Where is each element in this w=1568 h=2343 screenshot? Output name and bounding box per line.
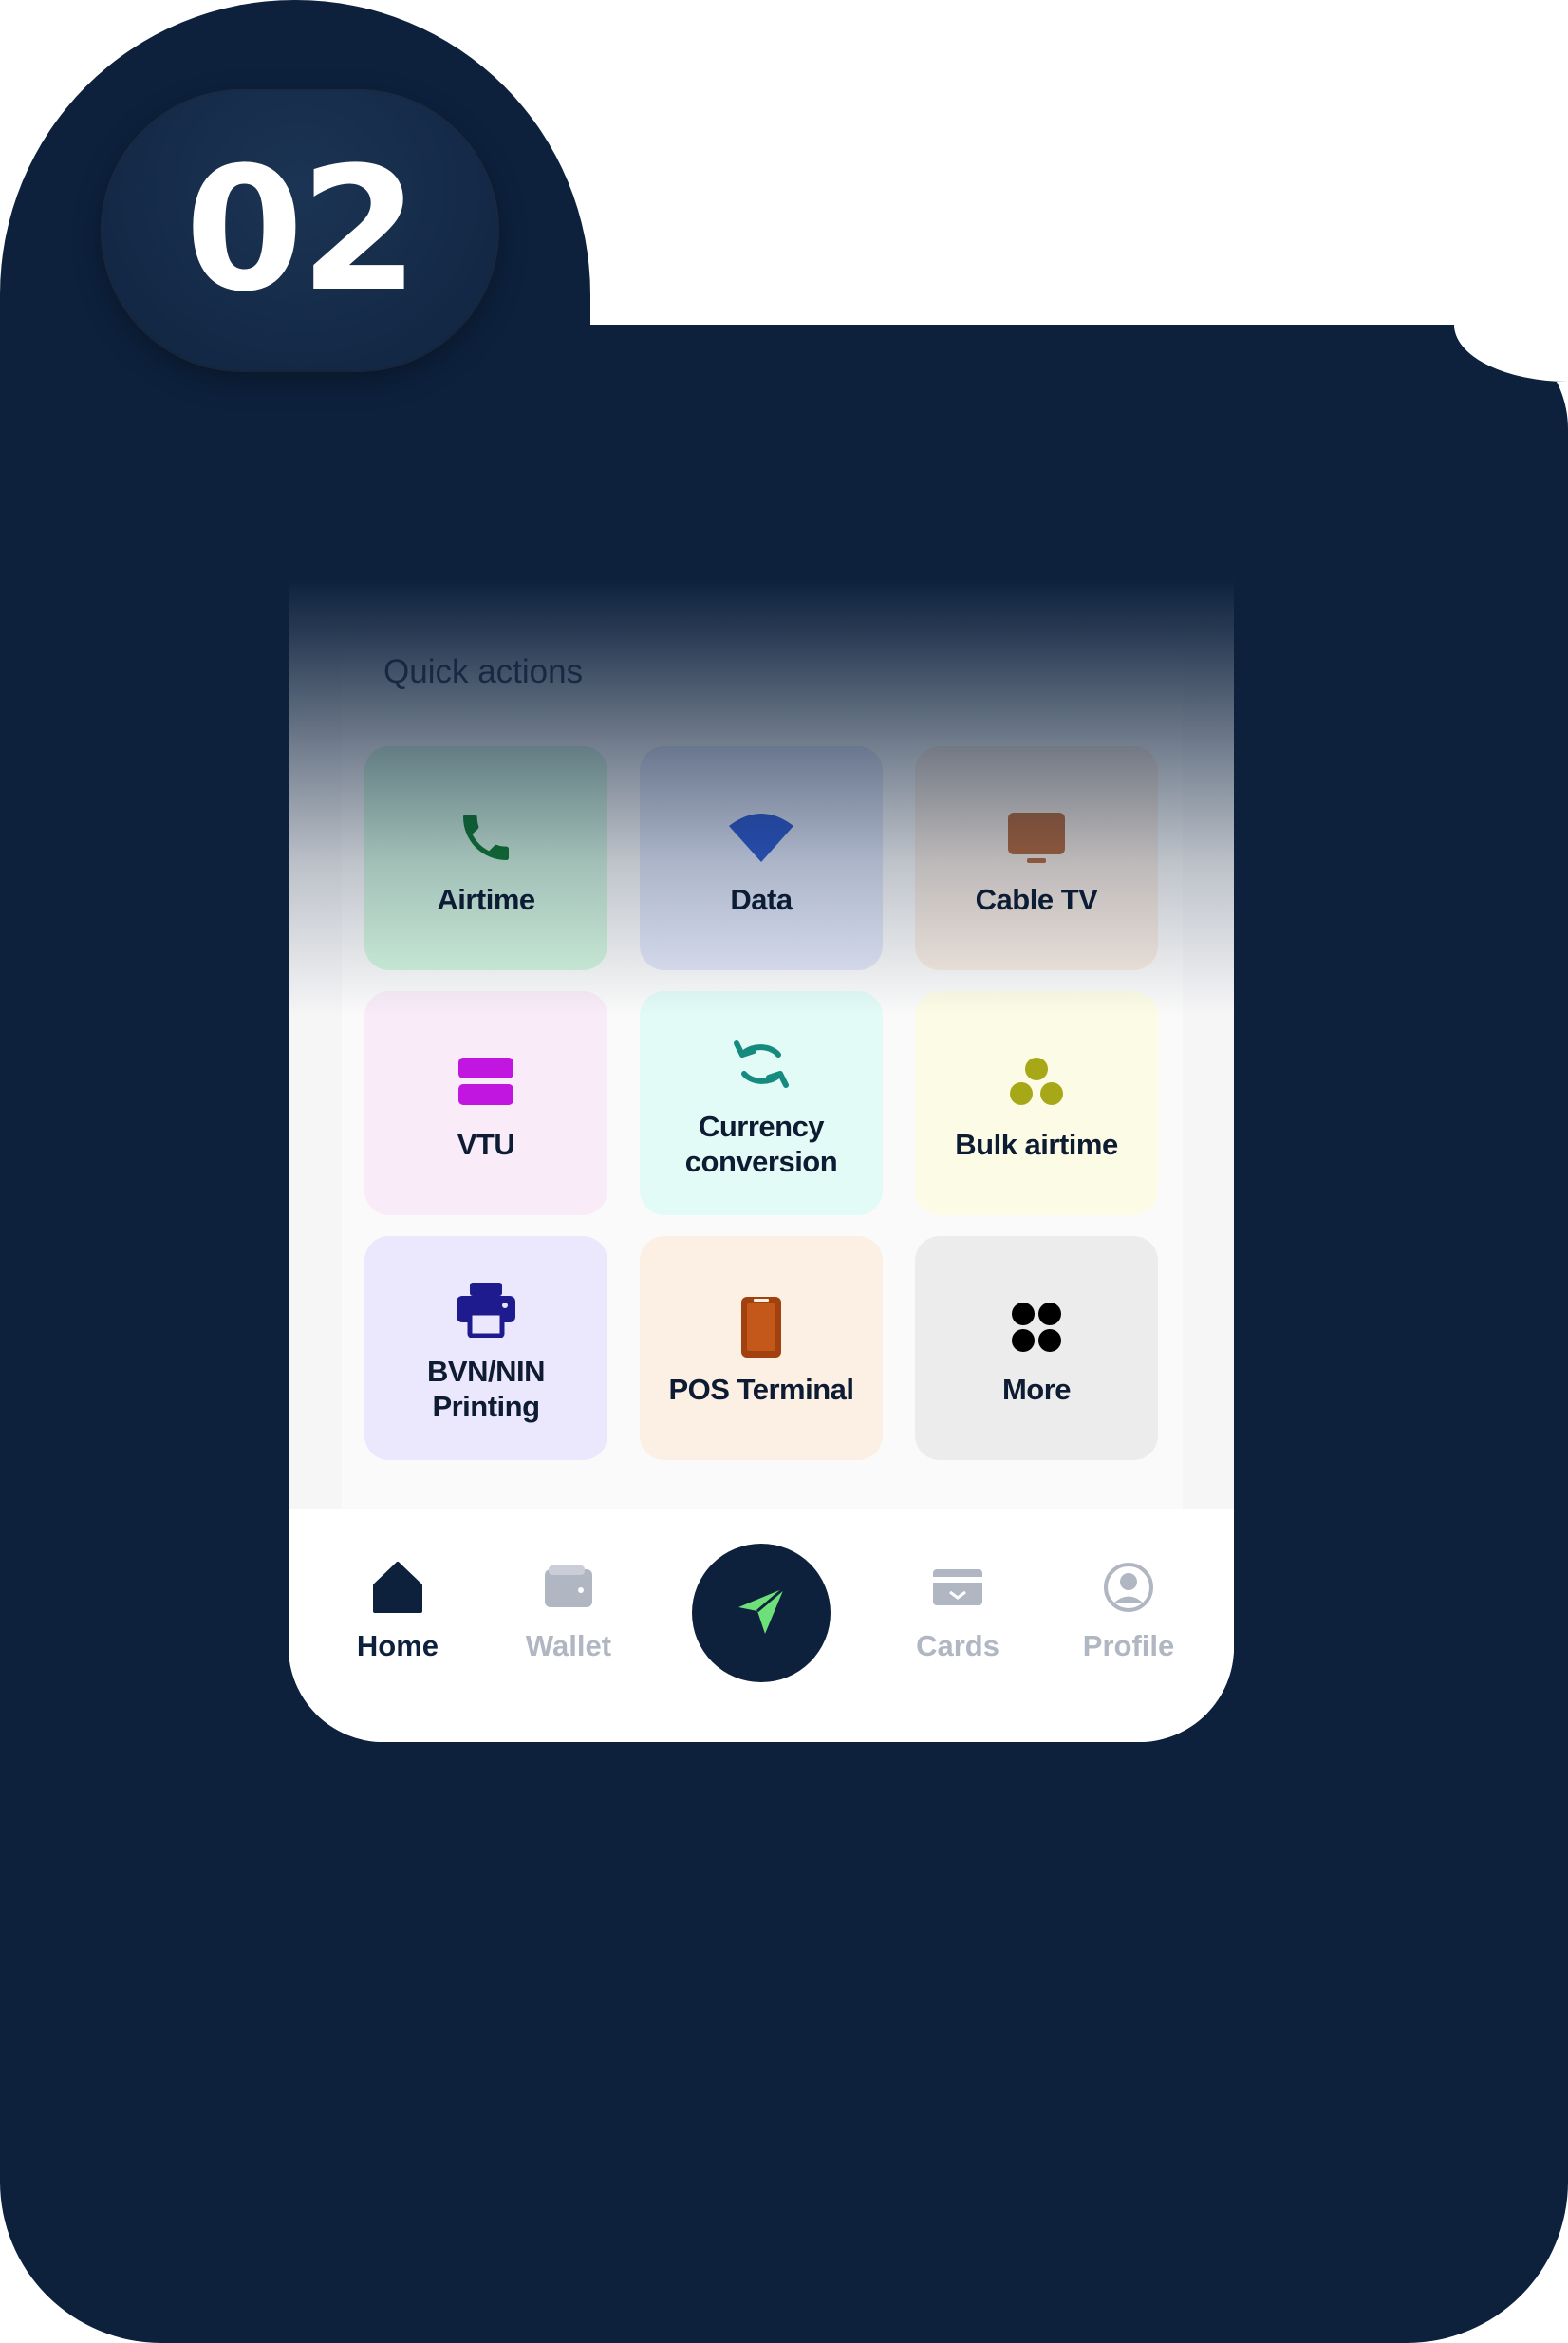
tile-label: BVN/NIN Printing xyxy=(427,1355,545,1423)
step-number: 02 xyxy=(184,131,419,329)
step-badge: 02 xyxy=(103,91,497,370)
vtu-icon xyxy=(448,1044,524,1120)
nav-cards[interactable]: Cards xyxy=(887,1559,1029,1663)
tile-label: Airtime xyxy=(437,882,535,916)
group-dots-icon xyxy=(999,1044,1074,1120)
send-icon xyxy=(733,1583,790,1644)
wallet-icon xyxy=(540,1559,597,1616)
grid-dots-icon xyxy=(999,1289,1074,1365)
tile-label: Bulk airtime xyxy=(955,1127,1118,1161)
tile-vtu[interactable]: VTU xyxy=(364,991,607,1215)
nav-label: Wallet xyxy=(525,1629,612,1662)
tv-icon xyxy=(999,799,1074,875)
tile-airtime[interactable]: Airtime xyxy=(364,746,607,970)
tile-bulk-airtime[interactable]: Bulk airtime xyxy=(915,991,1158,1215)
nav-profile[interactable]: Profile xyxy=(1057,1559,1200,1663)
home-icon xyxy=(369,1559,426,1616)
card-icon xyxy=(929,1559,986,1616)
tile-currency-conversion[interactable]: Currency conversion xyxy=(640,991,883,1215)
nav-wallet[interactable]: Wallet xyxy=(497,1559,640,1663)
nav-label: Cards xyxy=(916,1629,999,1662)
tile-more[interactable]: More xyxy=(915,1236,1158,1460)
send-button[interactable] xyxy=(692,1544,831,1682)
pos-device-icon xyxy=(723,1289,799,1365)
tile-pos-terminal[interactable]: POS Terminal xyxy=(640,1236,883,1460)
tile-label: Cable TV xyxy=(975,882,1098,916)
nav-home[interactable]: Home xyxy=(327,1559,469,1663)
bottom-nav: Home Wallet Cards Profile xyxy=(289,1509,1234,1742)
tile-data[interactable]: Data xyxy=(640,746,883,970)
nav-label: Home xyxy=(356,1629,439,1662)
profile-icon xyxy=(1100,1559,1157,1616)
tile-label: Data xyxy=(730,882,793,916)
tile-label: More xyxy=(1001,1372,1072,1406)
wifi-icon xyxy=(723,799,799,875)
tile-label: Currency conversion xyxy=(684,1110,838,1178)
printer-icon xyxy=(448,1271,524,1347)
tile-cable-tv[interactable]: Cable TV xyxy=(915,746,1158,970)
nav-label: Profile xyxy=(1082,1629,1175,1662)
tile-label: VTU xyxy=(457,1127,515,1161)
phone-icon xyxy=(448,799,524,875)
exchange-icon xyxy=(723,1026,799,1102)
quick-actions-title: Quick actions xyxy=(383,653,584,690)
tile-bvn-nin-printing[interactable]: BVN/NIN Printing xyxy=(364,1236,607,1460)
tile-label: POS Terminal xyxy=(668,1372,855,1406)
phone-screen: Quick actions Airtime Data Cable TV VTU xyxy=(289,579,1234,1742)
